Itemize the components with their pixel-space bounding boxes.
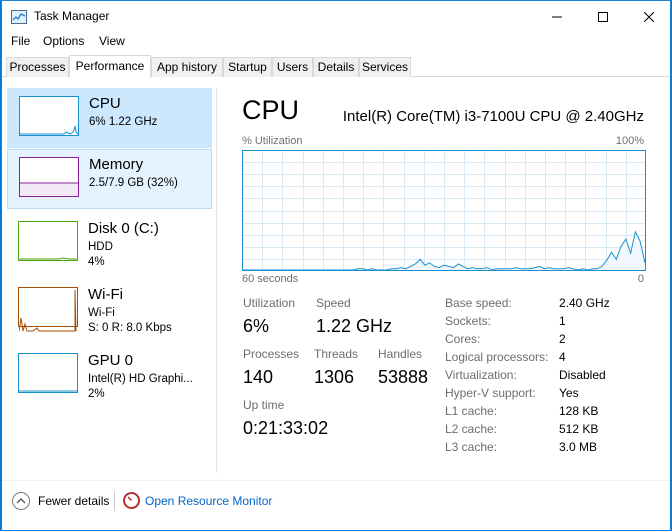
spec-value: 512 KB	[559, 422, 599, 436]
spec-value: 2	[559, 332, 566, 346]
handles-value: 53888	[378, 367, 429, 387]
spec-value: Yes	[559, 386, 579, 400]
task-manager-icon	[11, 10, 27, 24]
resource-title: Memory	[89, 156, 144, 173]
speed-value: 1.22 GHz	[316, 316, 393, 336]
spec-value: 2.40 GHz	[559, 296, 610, 310]
spec-value: Disabled	[559, 368, 606, 382]
processes-value: 140	[243, 367, 274, 387]
panel-divider[interactable]	[216, 88, 217, 473]
performance-panel: CPU 6% 1.22 GHz Memory 2.5/7.9 GB (32%) …	[2, 78, 670, 479]
resource-monitor-icon[interactable]	[123, 492, 140, 509]
tab-users[interactable]: Users	[272, 57, 313, 77]
resource-detail: HDD	[88, 241, 113, 253]
utilization-value: 6%	[243, 316, 270, 336]
menu-options[interactable]: Options	[43, 34, 84, 48]
menu-file[interactable]: File	[11, 34, 30, 48]
spec-label: Virtualization:	[445, 368, 517, 382]
resource-detail: Wi-Fi	[88, 307, 115, 319]
resource-detail: 6% 1.22 GHz	[89, 116, 158, 128]
maximize-button[interactable]	[580, 1, 626, 32]
gpu-mini-graph	[18, 353, 78, 393]
resource-detail-2: S: 0 R: 8.0 Kbps	[88, 322, 172, 334]
threads-label: Threads	[314, 347, 359, 361]
resource-item-disk[interactable]: Disk 0 (C:) HDD 4%	[7, 214, 212, 274]
chevron-up-icon[interactable]	[12, 492, 30, 510]
resource-detail: Intel(R) HD Graphi...	[88, 373, 193, 385]
memory-mini-graph	[19, 157, 79, 197]
menu-bar: File Options View	[2, 32, 670, 52]
title-bar[interactable]: Task Manager	[2, 1, 670, 32]
speed-label: Speed	[316, 296, 351, 310]
spec-label: L2 cache:	[445, 422, 498, 436]
graph-time-span: 60 seconds	[242, 273, 299, 285]
spec-label: L1 cache:	[445, 404, 498, 418]
resource-title: Disk 0 (C:)	[88, 220, 159, 237]
spec-value: 4	[559, 350, 566, 364]
tab-startup[interactable]: Startup	[223, 57, 272, 77]
footer: Fewer details Open Resource Monitor	[2, 480, 670, 530]
spec-label: Base speed:	[445, 296, 512, 310]
menu-view[interactable]: View	[99, 34, 125, 48]
graph-y-label: % Utilization	[242, 135, 303, 147]
footer-separator	[114, 491, 115, 511]
resource-detail: 2.5/7.9 GB (32%)	[89, 177, 178, 189]
graph-y-max: 100%	[615, 135, 644, 147]
open-resource-monitor-link[interactable]: Open Resource Monitor	[145, 494, 272, 508]
resource-item-cpu[interactable]: CPU 6% 1.22 GHz	[7, 88, 212, 148]
tab-details[interactable]: Details	[313, 57, 359, 77]
fewer-details-link[interactable]: Fewer details	[38, 494, 109, 508]
wifi-mini-graph	[18, 287, 78, 332]
spec-label: L3 cache:	[445, 440, 498, 454]
tab-strip: Processes Performance App history Startu…	[2, 55, 670, 78]
graph-y-min: 0	[637, 273, 644, 285]
tab-app-history[interactable]: App history	[151, 57, 223, 77]
task-manager-window: Task Manager File Options View Processes…	[1, 0, 671, 530]
spec-label: Logical processors:	[445, 350, 549, 364]
page-title: CPU	[242, 95, 300, 125]
cpu-model-name: Intel(R) Core(TM) i3-7100U CPU @ 2.40GHz	[342, 108, 644, 125]
tab-processes[interactable]: Processes	[6, 57, 69, 77]
resource-item-gpu[interactable]: GPU 0 Intel(R) HD Graphi... 2%	[7, 346, 212, 406]
resource-detail-2: 4%	[88, 256, 105, 268]
maximize-icon	[598, 11, 608, 22]
uptime-value: 0:21:33:02	[243, 418, 329, 438]
utilization-label: Utilization	[243, 296, 296, 310]
processes-label: Processes	[243, 347, 300, 361]
spec-label: Cores:	[445, 332, 481, 346]
resource-title: GPU 0	[88, 352, 134, 369]
resource-item-wifi[interactable]: Wi-Fi Wi-Fi S: 0 R: 8.0 Kbps	[7, 280, 212, 340]
spec-value: 3.0 MB	[559, 440, 598, 454]
close-button[interactable]	[626, 1, 672, 32]
resource-detail-2: 2%	[88, 388, 105, 400]
window-title: Task Manager	[34, 9, 110, 23]
cpu-mini-graph	[19, 96, 79, 136]
close-icon	[644, 11, 654, 22]
minimize-button[interactable]	[534, 1, 580, 32]
spec-value: 1	[559, 314, 566, 328]
spec-label: Hyper-V support:	[445, 386, 536, 400]
resource-item-memory[interactable]: Memory 2.5/7.9 GB (32%)	[7, 149, 212, 209]
resource-title: CPU	[89, 95, 121, 112]
spec-value: 128 KB	[559, 404, 599, 418]
minimize-icon	[552, 16, 562, 17]
spec-label: Sockets:	[445, 314, 492, 328]
resource-title: Wi-Fi	[88, 286, 123, 303]
handles-label: Handles	[378, 347, 423, 361]
uptime-label: Up time	[243, 398, 285, 412]
tab-services[interactable]: Services	[359, 57, 411, 77]
cpu-utilization-graph	[242, 150, 646, 271]
threads-value: 1306	[314, 367, 355, 387]
tab-performance[interactable]: Performance	[69, 55, 151, 78]
cpu-details: CPU Intel(R) Core(TM) i3-7100U CPU @ 2.4…	[242, 78, 647, 478]
disk-mini-graph	[18, 221, 78, 261]
